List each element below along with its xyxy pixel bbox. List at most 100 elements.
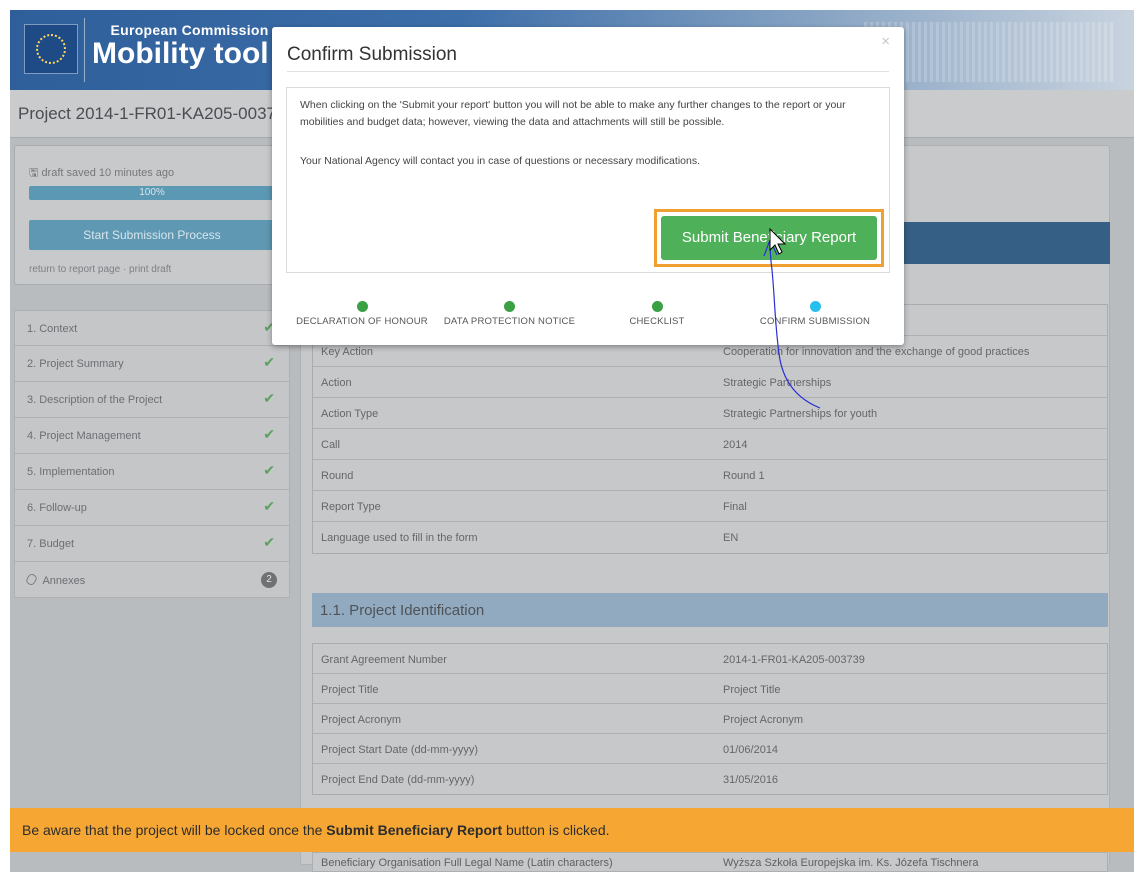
step-label: DECLARATION OF HONOUR	[296, 316, 428, 327]
row-label: Grant Agreement Number	[321, 654, 447, 666]
banner-text-prefix: Be aware that the project will be locked…	[22, 822, 327, 838]
row-label: Action	[321, 377, 352, 389]
row-value: Wyższa Szkoła Europejska im. Ks. Józefa …	[723, 857, 979, 869]
dialog-contact-text: Your National Agency will contact you in…	[300, 155, 700, 167]
start-submission-button[interactable]: Start Submission Process	[29, 220, 275, 250]
row-value: Strategic Partnerships for youth	[723, 408, 878, 420]
step-done-dot	[356, 301, 368, 312]
nav-item-label: 7. Budget	[27, 538, 75, 550]
brand-top: European Commission	[110, 22, 269, 38]
step-label: CHECKLIST	[629, 316, 685, 327]
row-value: Project Title	[723, 684, 781, 696]
row-value: Project Acronym	[723, 714, 804, 726]
step-label: CONFIRM SUBMISSION	[759, 316, 871, 327]
row-label: Project Acronym	[321, 714, 402, 726]
step-data-protection[interactable]: DATA PROTECTION NOTICE	[442, 301, 577, 327]
check-icon: ✔	[263, 354, 275, 370]
row-value: 31/05/2016	[723, 774, 779, 786]
table-row: Action Type Strategic Partnerships for y…	[313, 398, 1107, 429]
table-row: Beneficiary Organisation Full Legal Name…	[312, 852, 1108, 872]
check-icon: ✔	[263, 462, 275, 478]
dialog-title: Confirm Submission	[287, 44, 457, 65]
submit-button-highlight: Submit Beneficiary Report	[654, 209, 884, 267]
nav-item-context[interactable]: 1. Context ✔	[14, 310, 290, 346]
check-icon: ✔	[263, 390, 275, 406]
dialog-divider	[287, 71, 889, 72]
table-row: Project Start Date (dd-mm-yyyy) 01/06/20…	[313, 734, 1107, 764]
submission-steps: DECLARATION OF HONOUR DATA PROTECTION NO…	[272, 301, 904, 341]
nav-item-label: Annexes	[42, 575, 86, 587]
nav-item-project-summary[interactable]: 2. Project Summary ✔	[14, 346, 290, 382]
draft-saved-text: draft saved 10 minutes ago	[41, 167, 175, 179]
banner-text-bold: Submit Beneficiary Report	[326, 822, 503, 838]
nav-item-annexes[interactable]: Annexes 2	[14, 562, 290, 598]
nav-item-label: 5. Implementation	[27, 466, 115, 478]
row-label: Key Action	[321, 346, 373, 358]
row-label: Call	[321, 439, 340, 451]
lock-warning-banner: Be aware that the project will be locked…	[10, 808, 1134, 852]
row-label: Action Type	[321, 408, 379, 420]
row-value: Strategic Partnerships	[723, 377, 832, 389]
eu-flag-logo	[24, 24, 78, 74]
table-row: Action Strategic Partnerships	[313, 367, 1107, 398]
section-nav: 1. Context ✔ 2. Project Summary ✔ 3. Des…	[14, 310, 290, 598]
row-value: 2014-1-FR01-KA205-003739	[723, 654, 865, 666]
section-heading: 1.1. Project Identification	[312, 593, 1108, 627]
table-row: Project Acronym Project Acronym	[313, 704, 1107, 734]
table-row: Call 2014	[313, 429, 1107, 460]
header-divider	[84, 18, 85, 82]
step-current-dot	[809, 301, 821, 312]
row-value: 2014	[723, 439, 748, 451]
brand-main: Mobility tool	[92, 37, 269, 70]
progress-bar: 100%	[29, 186, 275, 200]
brand: European Commission Mobility tool	[92, 22, 269, 70]
row-value: 01/06/2014	[723, 744, 779, 756]
confirm-submission-dialog: Confirm Submission × When clicking on th…	[272, 27, 904, 345]
close-icon[interactable]: ×	[881, 33, 890, 50]
identification-table: Grant Agreement Number 2014-1-FR01-KA205…	[312, 643, 1108, 795]
row-label: Round	[321, 470, 354, 482]
nav-item-label: 1. Context	[27, 323, 78, 335]
paperclip-icon	[24, 572, 39, 587]
nav-item-label: 6. Follow-up	[27, 502, 87, 514]
nav-item-implementation[interactable]: 5. Implementation ✔	[14, 454, 290, 490]
check-icon: ✔	[263, 498, 275, 514]
table-row: Grant Agreement Number 2014-1-FR01-KA205…	[313, 644, 1107, 674]
row-value: Round 1	[723, 470, 765, 482]
row-label: Report Type	[321, 501, 381, 513]
step-done-dot	[651, 301, 663, 312]
row-label: Project Title	[321, 684, 379, 696]
check-icon: ✔	[263, 534, 275, 550]
table-row: Project End Date (dd-mm-yyyy) 31/05/2016	[313, 764, 1107, 794]
annex-count-badge: 2	[261, 572, 277, 588]
submit-beneficiary-report-button[interactable]: Submit Beneficiary Report	[661, 216, 877, 260]
table-row: Report Type Final	[313, 491, 1107, 522]
nav-item-budget[interactable]: 7. Budget ✔	[14, 526, 290, 562]
step-done-dot	[504, 301, 515, 312]
row-label: Language used to fill in the form	[321, 532, 478, 544]
nav-item-follow-up[interactable]: 6. Follow-up ✔	[14, 490, 290, 526]
step-label: DATA PROTECTION NOTICE	[443, 316, 576, 327]
banner-text-suffix: button is clicked.	[502, 822, 610, 838]
project-title: Project 2014-1-FR01-KA205-00373	[18, 104, 286, 123]
report-links[interactable]: return to report page · print draft	[29, 264, 171, 275]
step-checklist[interactable]: CHECKLIST	[622, 301, 692, 327]
table-row: Language used to fill in the form EN	[313, 522, 1107, 553]
nav-item-project-management[interactable]: 4. Project Management ✔	[14, 418, 290, 454]
dialog-warning-text: When clicking on the 'Submit your report…	[300, 99, 846, 128]
nav-item-label: 3. Description of the Project	[27, 394, 163, 406]
step-confirm-submission[interactable]: CONFIRM SUBMISSION	[750, 301, 880, 327]
row-value: EN	[723, 532, 739, 544]
check-icon: ✔	[263, 426, 275, 442]
table-row: Round Round 1	[313, 460, 1107, 491]
row-label: Beneficiary Organisation Full Legal Name…	[321, 857, 613, 869]
nav-item-description[interactable]: 3. Description of the Project ✔	[14, 382, 290, 418]
table-row: Project Title Project Title	[313, 674, 1107, 704]
step-declaration[interactable]: DECLARATION OF HONOUR	[292, 301, 432, 327]
row-label: Project Start Date (dd-mm-yyyy)	[321, 744, 479, 756]
dialog-body: When clicking on the 'Submit your report…	[286, 87, 890, 273]
row-value: Final	[723, 501, 747, 513]
row-label: Project End Date (dd-mm-yyyy)	[321, 774, 475, 786]
submission-panel: 🖫 draft saved 10 minutes ago 100% Start …	[14, 145, 275, 285]
row-value: Cooperation for innovation and the excha…	[723, 346, 1030, 358]
